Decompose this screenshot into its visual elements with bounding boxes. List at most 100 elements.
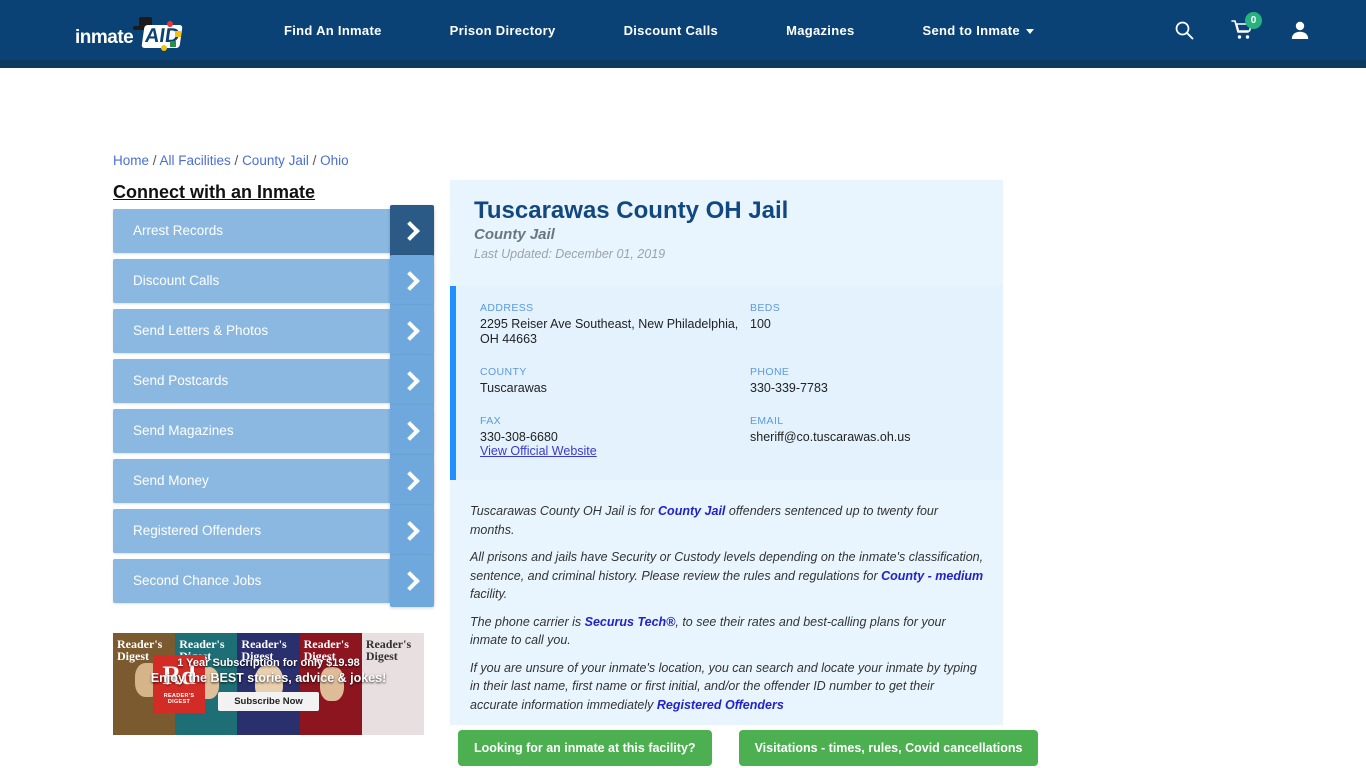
chevron-down-icon (1025, 28, 1034, 34)
search-icon[interactable] (1173, 19, 1195, 41)
chevron-right-icon[interactable] (390, 355, 434, 407)
sidebar-item-send-magazines[interactable]: Send Magazines (113, 405, 434, 457)
description-paragraph-2: All prisons and jails have Security or C… (470, 548, 984, 604)
sidebar-item-arrest-records[interactable]: Arrest Records (113, 205, 434, 257)
nav-item-send-to-inmate[interactable]: Send to Inmate (889, 23, 1068, 38)
ad-headline: 1 Year Subscription for only $19.98 (177, 657, 360, 669)
info-label: COUNTY (480, 366, 527, 378)
main-navigation: Find An Inmate Prison Directory Discount… (250, 0, 1068, 60)
sidebar-item-second-chance-jobs[interactable]: Second Chance Jobs (113, 555, 434, 607)
sidebar-item-send-postcards[interactable]: Send Postcards (113, 355, 434, 407)
cart-icon[interactable]: 0 (1231, 12, 1262, 41)
chevron-right-icon[interactable] (390, 205, 434, 257)
info-value: sheriff@co.tuscarawas.oh.us (750, 430, 911, 444)
sidebar-menu: Arrest Records Discount Calls Send Lette… (113, 205, 434, 609)
facility-info-grid: ADDRESS 2295 Reiser Ave Southeast, New P… (480, 302, 980, 464)
chevron-right-icon[interactable] (390, 305, 434, 357)
breadcrumb: Home / All Facilities / County Jail / Oh… (113, 153, 349, 168)
link-registered-offenders[interactable]: Registered Offenders (657, 698, 784, 712)
site-logo[interactable]: inmate AID (75, 17, 193, 53)
breadcrumb-item-ohio[interactable]: Ohio (320, 153, 349, 168)
confetti-icon (175, 31, 181, 37)
cta-button-row: Looking for an inmate at this facility? … (458, 730, 1039, 766)
confetti-icon (167, 21, 173, 27)
nav-item-discount-calls[interactable]: Discount Calls (590, 23, 753, 38)
description-paragraph-1: Tuscarawas County OH Jail is for County … (470, 502, 984, 539)
description-paragraph-4: If you are unsure of your inmate's locat… (470, 659, 984, 715)
breadcrumb-item-county-jail[interactable]: County Jail (242, 153, 309, 168)
info-label: EMAIL (750, 415, 784, 427)
breadcrumb-separator: / (230, 153, 243, 168)
link-county-jail[interactable]: County Jail (658, 504, 725, 518)
cart-count-badge: 0 (1245, 12, 1262, 29)
looking-for-inmate-button[interactable]: Looking for an inmate at this facility? (458, 730, 712, 766)
sidebar-item-label: Send Letters & Photos (133, 323, 269, 338)
info-field-county: COUNTY Tuscarawas (480, 366, 750, 396)
breadcrumb-separator: / (149, 153, 160, 168)
sidebar-item-send-letters-photos[interactable]: Send Letters & Photos (113, 305, 434, 357)
link-county-medium[interactable]: County - medium (881, 569, 983, 583)
info-field-phone: PHONE 330-339-7783 (750, 366, 980, 396)
facility-panel: Tuscarawas County OH Jail County Jail La… (450, 180, 1003, 725)
confetti-icon (170, 41, 176, 47)
info-field-email: EMAIL sheriff@co.tuscarawas.oh.us (750, 415, 980, 445)
chevron-right-icon[interactable] (390, 455, 434, 507)
ad-subheadline: Enjoy the BEST stories, advice & jokes! (150, 671, 387, 685)
header-icon-group: 0 (1173, 0, 1311, 60)
nav-label: Discount Calls (623, 22, 719, 38)
confetti-icon (161, 45, 167, 51)
header-bottom-strip (0, 60, 1366, 68)
info-field-beds: BEDS 100 (750, 302, 980, 347)
info-value: 330-308-6680 (480, 430, 558, 444)
sidebar-item-registered-offenders[interactable]: Registered Offenders (113, 505, 434, 557)
sidebar-item-label: Discount Calls (133, 273, 220, 288)
sidebar-item-send-money[interactable]: Send Money (113, 455, 434, 507)
info-label: BEDS (750, 302, 781, 314)
view-official-website-link[interactable]: View Official Website (480, 444, 597, 458)
nav-label: Find An Inmate (284, 22, 382, 38)
info-value: Tuscarawas (480, 381, 547, 395)
info-value: 2295 Reiser Ave Southeast, New Philadelp… (480, 317, 739, 346)
info-label: FAX (480, 415, 502, 427)
desc-text: Tuscarawas County OH Jail is for (470, 504, 659, 518)
nav-item-find-an-inmate[interactable]: Find An Inmate (250, 23, 416, 38)
last-updated-text: Last Updated: December 01, 2019 (474, 247, 666, 261)
chevron-right-icon[interactable] (390, 555, 434, 607)
sidebar-item-discount-calls[interactable]: Discount Calls (113, 255, 434, 307)
chevron-right-icon[interactable] (390, 255, 434, 307)
ad-subscribe-button[interactable]: Subscribe Now (218, 692, 319, 711)
nav-label: Magazines (786, 22, 855, 38)
nav-item-prison-directory[interactable]: Prison Directory (416, 23, 590, 38)
info-value: 100 (750, 317, 771, 331)
info-label: ADDRESS (480, 302, 534, 314)
link-securus-tech[interactable]: Securus Tech® (585, 615, 676, 629)
visitations-button[interactable]: Visitations - times, rules, Covid cancel… (738, 730, 1039, 766)
chevron-right-icon[interactable] (390, 505, 434, 557)
breadcrumb-item-all-facilities[interactable]: All Facilities (160, 153, 231, 168)
info-field-fax: FAX 330-308-6680 (480, 415, 750, 445)
info-value: 330-339-7783 (750, 381, 828, 395)
nav-label: Prison Directory (449, 22, 556, 38)
chevron-right-icon[interactable] (390, 405, 434, 457)
sidebar-heading: Connect with an Inmate (113, 182, 316, 202)
sidebar-item-label: Arrest Records (133, 223, 224, 238)
breadcrumb-separator: / (308, 153, 321, 168)
logo-wordmark: inmate (75, 27, 134, 48)
info-field-address: ADDRESS 2295 Reiser Ave Southeast, New P… (480, 302, 750, 347)
advertisement-banner[interactable]: Reader's Digest Reader's Digest Reader's… (113, 633, 424, 735)
breadcrumb-item-home[interactable]: Home (113, 153, 149, 168)
sidebar-item-label: Send Money (133, 473, 209, 488)
description-paragraph-3: The phone carrier is Securus Tech®, to s… (470, 613, 984, 650)
page-title: Tuscarawas County OH Jail (474, 197, 789, 224)
info-label: PHONE (750, 366, 790, 378)
facility-info-block: ADDRESS 2295 Reiser Ave Southeast, New P… (450, 286, 1003, 480)
sidebar-item-label: Registered Offenders (133, 523, 262, 538)
sidebar-item-label: Send Magazines (133, 423, 234, 438)
user-account-icon[interactable] (1289, 19, 1311, 41)
facility-type: County Jail (474, 226, 555, 243)
desc-text: facility. (470, 587, 508, 601)
ad-overlay: 1 Year Subscription for only $19.98 Enjo… (113, 633, 424, 735)
nav-item-magazines[interactable]: Magazines (752, 23, 888, 38)
sidebar-item-label: Second Chance Jobs (133, 573, 262, 588)
facility-description: Tuscarawas County OH Jail is for County … (470, 502, 984, 723)
